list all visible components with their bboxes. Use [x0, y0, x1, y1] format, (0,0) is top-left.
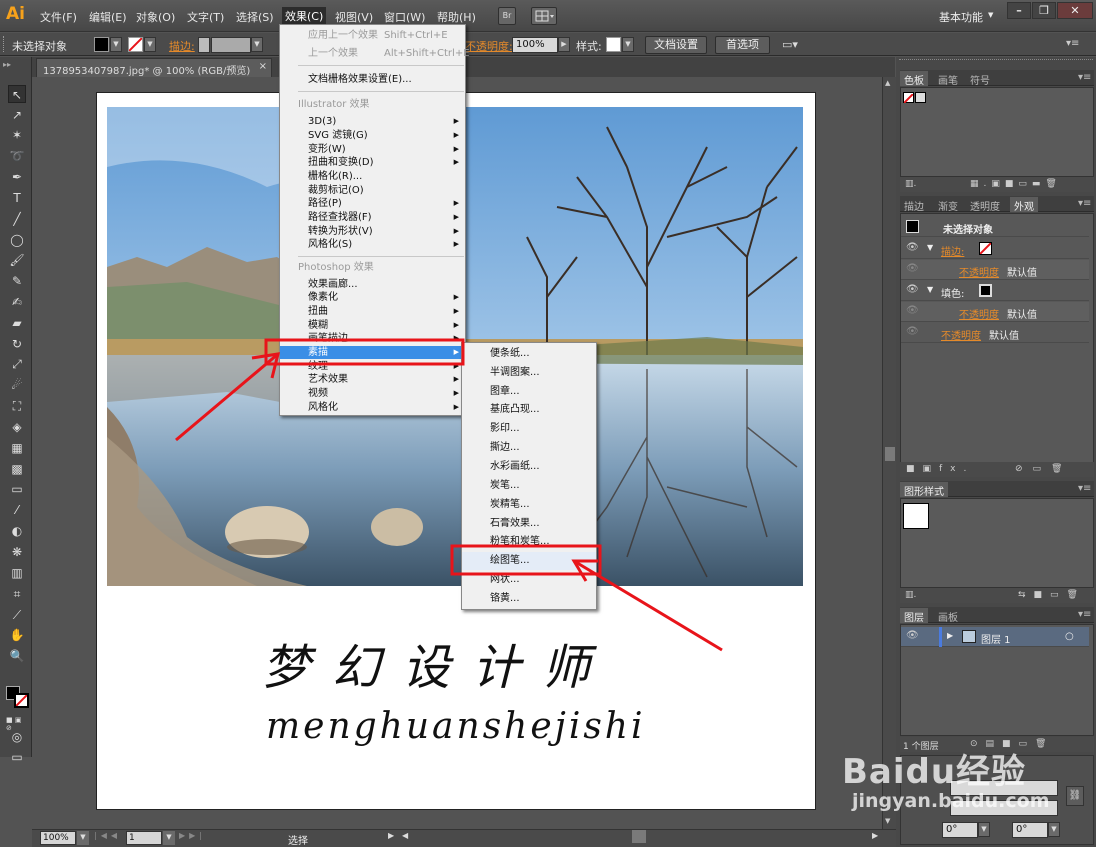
highlight-box-sketch: [264, 338, 465, 366]
watermark-brand: Baidu经验: [842, 752, 1027, 792]
arrow-to-graphic-pen-icon: [571, 559, 723, 652]
arrow-to-sketch-icon: [175, 352, 281, 442]
annotation-overlay: [175, 338, 723, 652]
watermark-url: jingyan.baidu.com: [852, 790, 1050, 812]
baidu-watermark: Baidu经验 jingyan.baidu.com: [838, 742, 1078, 822]
